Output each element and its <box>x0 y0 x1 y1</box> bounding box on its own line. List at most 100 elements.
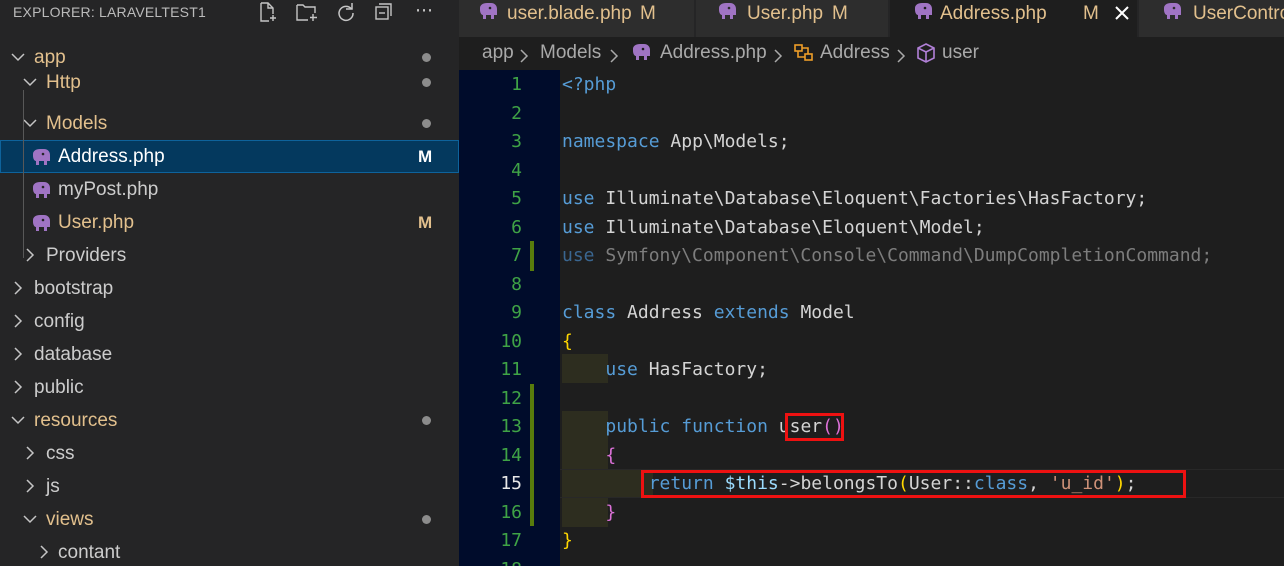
namespace-name: App\Models <box>670 131 779 152</box>
php-elephant-icon <box>30 140 52 173</box>
brace: } <box>562 530 573 551</box>
tab-user-php[interactable]: User.php M <box>696 0 889 37</box>
line-number: 6 <box>511 216 522 238</box>
code-line-16: } <box>562 498 616 527</box>
keyword-public: public <box>605 416 671 437</box>
line-number: 16 <box>500 501 522 523</box>
brace: { <box>562 331 573 352</box>
chevron-right-icon <box>10 371 26 404</box>
php-elephant-icon <box>912 2 934 29</box>
tab-user-blade[interactable]: user.blade.php M <box>459 0 695 37</box>
chevron-right-icon <box>10 338 26 371</box>
tree-item-label: contant <box>58 542 121 563</box>
git-modified-badge: M <box>418 213 433 232</box>
trait-name: HasFactory <box>648 359 758 380</box>
keyword-namespace: namespace <box>562 131 660 152</box>
php-elephant-icon <box>30 206 52 239</box>
tab-address-php[interactable]: Address.php M <box>890 0 1138 37</box>
more-icon[interactable]: ··· <box>413 0 435 22</box>
tree-item-providers[interactable]: Providers <box>0 239 459 272</box>
git-change-marker <box>530 241 534 271</box>
tree-item-contant[interactable]: contant <box>0 536 459 566</box>
chevron-down-icon <box>10 404 26 437</box>
import-path: Illuminate\Database\Eloquent\Factories\H… <box>605 188 1137 209</box>
line-number: 14 <box>500 444 522 466</box>
modified-dot-indicator <box>422 119 431 128</box>
php-open-tag: <?php <box>562 74 617 95</box>
method-cube-icon <box>916 43 936 69</box>
tree-item-js[interactable]: js <box>0 470 459 503</box>
keyword-extends: extends <box>713 302 790 323</box>
breadcrumb-file[interactable]: Address.php <box>660 42 767 64</box>
annotation-box-user <box>785 413 844 441</box>
tree-item-label: public <box>34 377 84 398</box>
tab-label: UserController <box>1193 3 1284 24</box>
chevron-down-icon <box>22 66 38 99</box>
breadcrumb-models[interactable]: Models <box>540 42 601 64</box>
tree-item-label: Models <box>46 113 108 134</box>
refresh-icon[interactable] <box>335 1 357 23</box>
semicolon: ; <box>973 217 985 238</box>
code-line-10: { <box>562 327 573 356</box>
breadcrumb-class[interactable]: Address <box>820 42 890 64</box>
tree-item-views[interactable]: views <box>0 503 459 536</box>
chevron-right-icon <box>773 47 783 69</box>
chevron-down-icon <box>22 503 38 536</box>
tree-item-http[interactable]: Http <box>0 66 459 99</box>
line-number: 9 <box>511 302 522 323</box>
code-line-3: namespace App\Models; <box>562 127 790 156</box>
tree-item-config[interactable]: config <box>0 305 459 338</box>
tab-label: Address.php <box>940 3 1047 24</box>
php-elephant-icon <box>630 43 652 69</box>
brace: } <box>605 502 617 523</box>
code-line-17: } <box>562 526 573 555</box>
line-number: 13 <box>500 416 522 437</box>
tree-item-label: database <box>34 344 113 365</box>
line-number: 2 <box>511 102 522 124</box>
parent-class: Model <box>800 302 855 323</box>
tab-label: user.blade.php <box>507 3 632 24</box>
line-number: 5 <box>511 188 522 209</box>
php-elephant-icon <box>477 2 499 29</box>
new-file-icon[interactable] <box>256 1 278 23</box>
tree-item-public[interactable]: public <box>0 371 459 404</box>
modified-dot-indicator <box>422 515 431 524</box>
code-line-11: use HasFactory; <box>562 355 768 384</box>
tree-item-label: Address.php <box>58 146 165 167</box>
tree-item-address-php[interactable]: Address.php M <box>0 140 459 173</box>
semicolon: ; <box>1136 188 1148 209</box>
tree-item-bootstrap[interactable]: bootstrap <box>0 272 459 305</box>
line-number: 1 <box>511 74 522 95</box>
code-line-1: <?php <box>562 70 616 99</box>
chevron-right-icon <box>609 47 619 69</box>
semicolon: ; <box>757 359 768 380</box>
tree-item-database[interactable]: database <box>0 338 459 371</box>
git-change-marker <box>530 384 534 526</box>
class-symbol-icon <box>793 43 815 69</box>
tree-item-models[interactable]: Models <box>0 107 459 140</box>
semicolon: ; <box>778 131 790 152</box>
keyword-use: use <box>562 188 595 209</box>
new-folder-icon[interactable] <box>295 1 317 23</box>
code-line-5: use Illuminate\Database\Eloquent\Factori… <box>562 184 1147 213</box>
tree-item-label: Http <box>46 72 81 93</box>
tree-item-label: User.php <box>58 212 135 233</box>
line-number: 10 <box>500 330 522 352</box>
tab-bar: user.blade.php M User.php M Address.php … <box>459 0 1284 37</box>
breadcrumb-method[interactable]: user <box>942 42 979 64</box>
tree-item-mypost-php[interactable]: myPost.php <box>0 173 459 206</box>
tree-item-resources[interactable]: resources <box>0 404 459 437</box>
line-number: 11 <box>500 359 522 380</box>
breadcrumb-app[interactable]: app <box>482 42 514 64</box>
collapse-all-icon[interactable] <box>373 1 395 23</box>
line-number: 17 <box>500 530 522 551</box>
tree-item-css[interactable]: css <box>0 437 459 470</box>
tab-user-controller[interactable]: UserController <box>1139 0 1284 37</box>
line-number: 3 <box>511 131 522 152</box>
modified-indicator: M <box>832 3 848 24</box>
close-icon[interactable] <box>1112 3 1132 23</box>
line-number: 18 <box>459 555 522 566</box>
tree-item-user-php[interactable]: User.php M <box>0 206 459 239</box>
semicolon: ; <box>1201 245 1213 266</box>
explorer-title: EXPLORER: LARAVELTEST1 <box>13 4 206 20</box>
